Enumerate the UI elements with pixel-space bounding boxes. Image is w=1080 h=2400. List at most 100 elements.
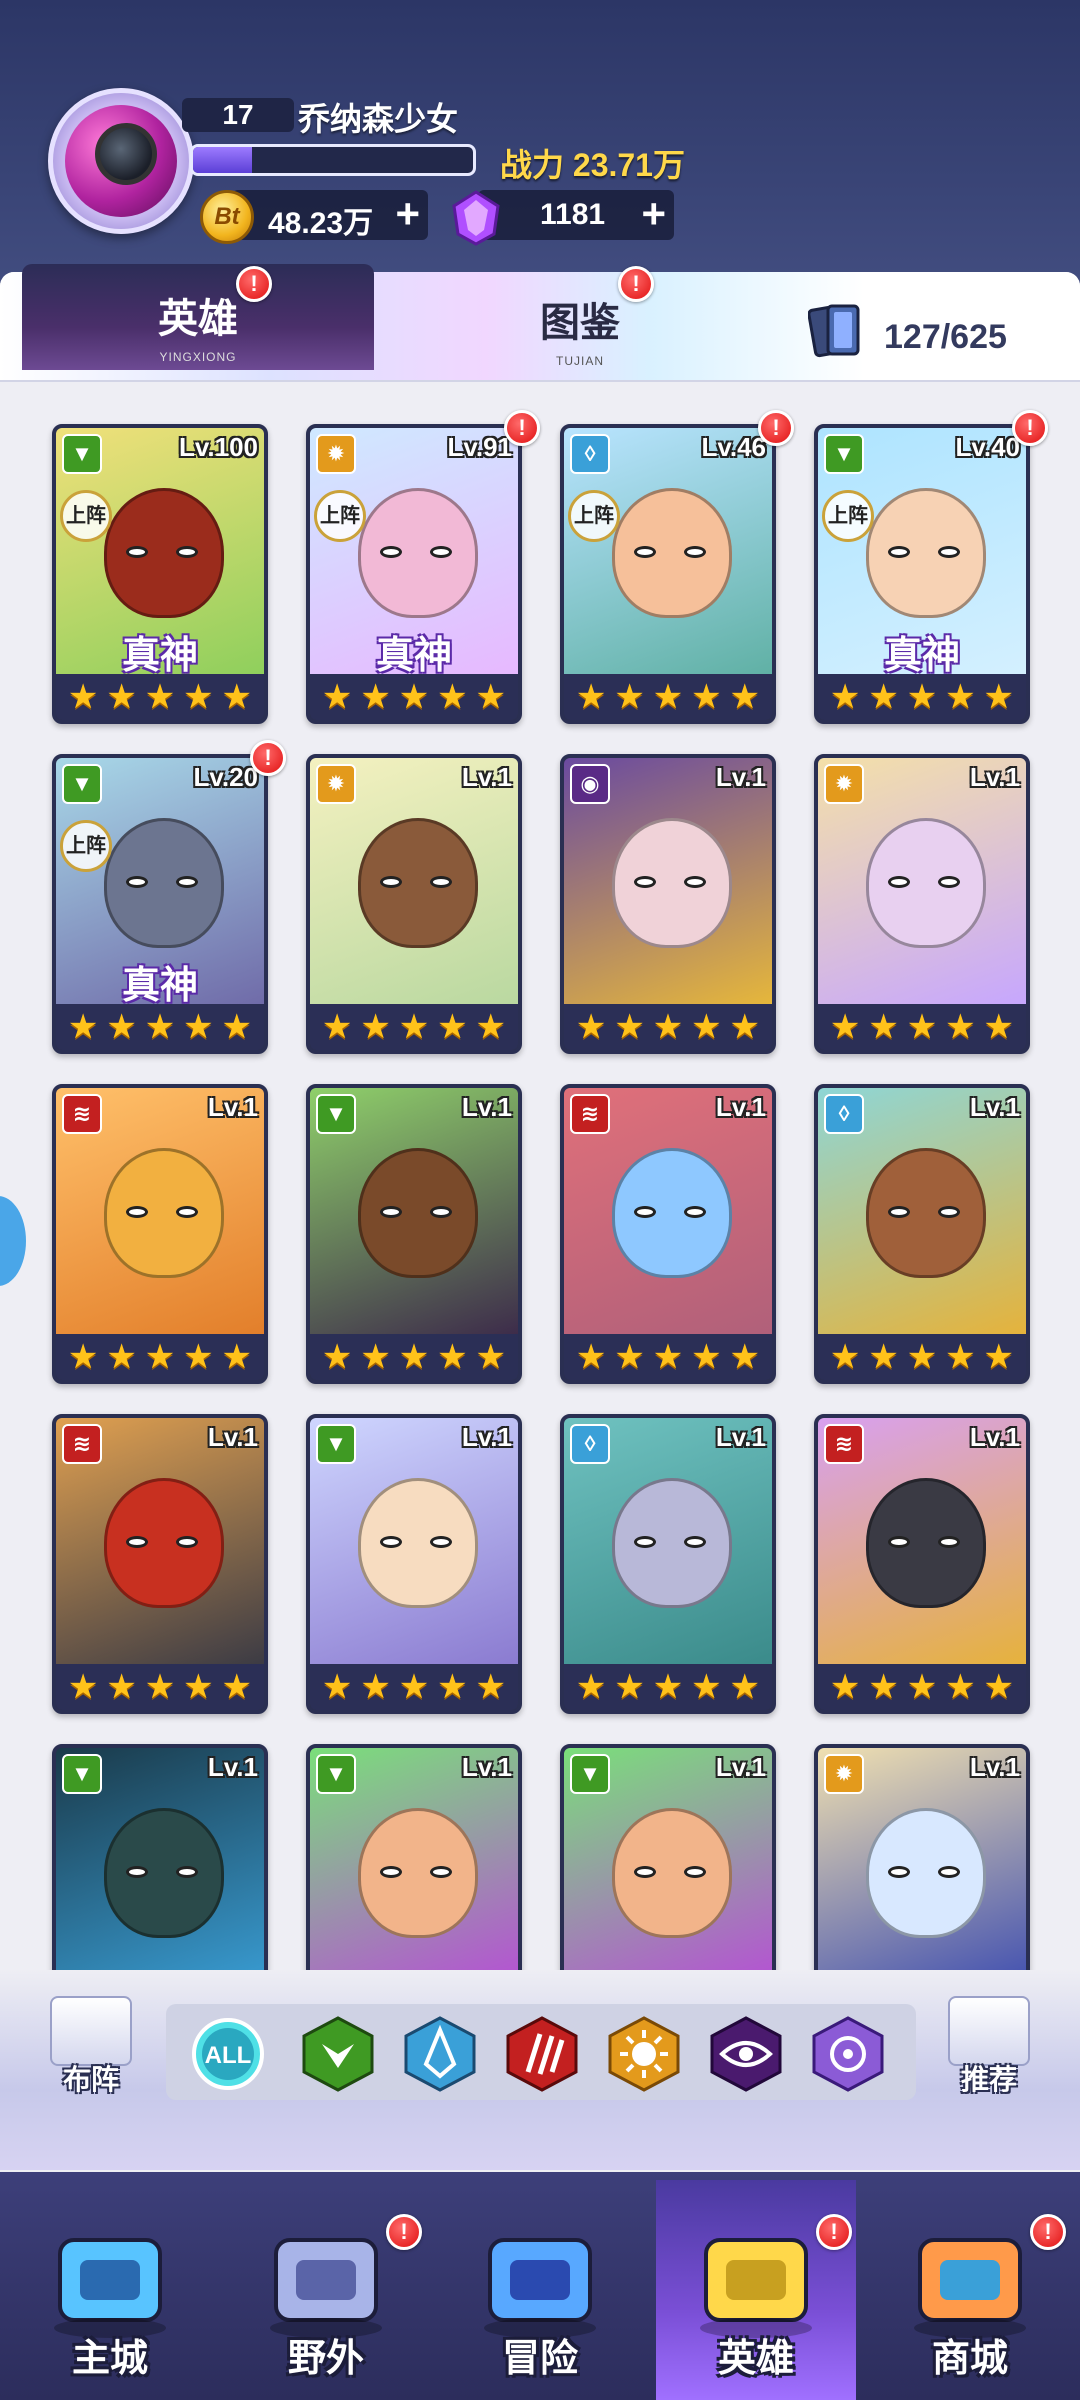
hero-card[interactable]: ▼ Lv.20 上阵 真神 ★ ★ ★ ★ ★ [52, 754, 268, 1054]
filter-all-label: ALL [205, 2042, 252, 2069]
star-rating: ★ ★ ★ ★ ★ [56, 674, 264, 720]
nav-item-wild[interactable]: 野外 [226, 2180, 426, 2400]
leaf-icon: ▼ [62, 764, 102, 804]
star-icon: ★ [437, 1668, 468, 1706]
hero-eye [684, 546, 706, 558]
star-icon: ★ [67, 678, 99, 716]
hero-alert-badge: ! [1012, 410, 1048, 446]
filter-fire-button[interactable] [504, 2014, 580, 2094]
hero-card[interactable]: ▼ Lv.100 上阵 真神 ★ ★ ★ ★ ★ [52, 424, 268, 724]
star-icon: ★ [729, 1338, 761, 1376]
nav-label: 商城 [931, 2338, 1008, 2380]
star-icon: ★ [321, 678, 353, 716]
filter-all-button[interactable]: ALL [190, 2014, 266, 2094]
hero-card[interactable]: ◉ Lv.1 ★ ★ ★ ★ ★ [560, 754, 776, 1054]
hero-eye [634, 546, 656, 558]
tab-heroes[interactable]: 英雄 YINGXIONG [22, 264, 374, 370]
filter-water-button[interactable] [402, 2014, 478, 2094]
hero-level: Lv.40 [955, 432, 1020, 462]
hero-face [612, 1148, 732, 1278]
nav-label: 主城 [71, 2338, 148, 2380]
hero-level: Lv.91 [447, 432, 512, 462]
tab-collection-book[interactable]: 图鉴 TUJIAN [440, 280, 720, 370]
hero-face [612, 1808, 732, 1938]
hero-level: Lv.20 [193, 762, 258, 792]
hero-card[interactable]: ≋ Lv.1 ★ ★ ★ ★ ★ [52, 1084, 268, 1384]
hero-card[interactable]: ✹ Lv.91 上阵 真神 ★ ★ ★ ★ ★ [306, 424, 522, 724]
star-icon: ★ [829, 1668, 861, 1706]
star-rating: ★ ★ ★ ★ ★ [564, 674, 772, 720]
hero-face [358, 1808, 478, 1938]
hero-card[interactable]: ▼Lv.1★★★★★ [560, 1744, 776, 1974]
hero-card[interactable]: ≋ Lv.1 ★ ★ ★ ★ ★ [52, 1414, 268, 1714]
hero-eye [938, 876, 960, 888]
hero-collection-count: 127/625 [884, 318, 1007, 356]
leaf-icon: ▼ [62, 434, 102, 474]
hero-card[interactable]: ✹Lv.1★★★★★ [306, 754, 522, 1054]
star-rating: ★ ★ ★ ★ ★ [56, 1664, 264, 1710]
hero-card[interactable]: ▼Lv.1★★★★★ [306, 1084, 522, 1384]
purple-gem-icon [452, 190, 500, 246]
player-avatar[interactable] [48, 88, 194, 234]
star-icon: ★ [221, 1338, 253, 1376]
hero-alert-badge: ! [758, 410, 794, 446]
hero-card[interactable]: ◊ Lv.1 ★ ★ ★ ★ ★ [814, 1084, 1030, 1384]
star-icon: ★ [575, 1008, 607, 1046]
star-icon: ★ [183, 678, 214, 716]
recommend-label: 推荐 [960, 2064, 1017, 2095]
nav-item-adventure[interactable]: 冒险 [440, 2180, 640, 2400]
hero-card[interactable]: ◊ Lv.1 ★ ★ ★ ★ ★ [560, 1414, 776, 1714]
hero-eye [176, 876, 198, 888]
star-icon: ★ [829, 678, 861, 716]
sun-icon: ✹ [316, 434, 356, 474]
star-icon: ★ [652, 1668, 684, 1706]
add-gem-button[interactable]: + [641, 192, 666, 236]
hero-eye [430, 1866, 452, 1878]
filter-arcane-button[interactable] [810, 2014, 886, 2094]
filter-nature-button[interactable] [300, 2014, 376, 2094]
filter-light-button[interactable] [606, 2014, 682, 2094]
star-icon: ★ [729, 1668, 761, 1706]
hero-level: Lv.1 [715, 1092, 766, 1122]
hero-eye [176, 1206, 198, 1218]
star-icon: ★ [691, 1668, 722, 1706]
hero-card[interactable]: ▼ Lv.40 上阵 真神 ★ ★ ★ ★ ★ [814, 424, 1030, 724]
filter-dark-button[interactable] [708, 2014, 784, 2094]
star-rating: ★ ★ ★ ★ ★ [818, 1004, 1026, 1050]
star-rating: ★ ★ ★ ★ ★ [564, 1664, 772, 1710]
claw-icon: ≋ [62, 1424, 102, 1464]
star-icon: ★ [106, 1338, 137, 1376]
hero-card[interactable]: ◊ Lv.46 上阵 ★ ★ ★ ★ ★ [560, 424, 776, 724]
hero-eye [684, 876, 706, 888]
add-gold-button[interactable]: + [395, 192, 420, 236]
hero-card[interactable]: ▼Lv.1★★★★★ [306, 1414, 522, 1714]
player-header: 17 乔纳森少女 战力 23.71万 48.23万 + Bt 1181 + [0, 0, 1080, 270]
nav-item-shop[interactable]: 商城 [870, 2180, 1070, 2400]
hero-card[interactable]: ✹Lv.1★★★★★ [814, 1744, 1030, 1974]
hero-card[interactable]: ≋ Lv.1 ★ ★ ★ ★ ★ [814, 1414, 1030, 1714]
hero-face [866, 1808, 986, 1938]
hero-level: Lv.1 [461, 1092, 512, 1122]
star-icon: ★ [945, 678, 976, 716]
star-rating: ★ ★ ★ ★ ★ [310, 1334, 518, 1380]
claw-icon: ≋ [570, 1094, 610, 1134]
nav-label: 英雄 [717, 2338, 794, 2380]
deployed-badge: 上阵 [568, 490, 620, 542]
hero-card[interactable]: ▼Lv.1★★★★★ [306, 1744, 522, 1974]
hero-card[interactable]: ≋ Lv.1 ★ ★ ★ ★ ★ [560, 1084, 776, 1384]
hero-level: Lv.1 [715, 1752, 766, 1782]
gold-amount: 48.23万 [268, 207, 374, 240]
hero-eye [380, 1206, 402, 1218]
hero-face [358, 1148, 478, 1278]
formation-button[interactable]: 布阵 [46, 1996, 136, 2100]
star-icon: ★ [575, 1338, 607, 1376]
tab-book-label: 图鉴 [540, 301, 620, 345]
star-icon: ★ [945, 1668, 976, 1706]
nav-item-city[interactable]: 主城 [10, 2180, 210, 2400]
nav-item-hero[interactable]: 英雄 [656, 2180, 856, 2400]
recommend-button[interactable]: 推荐 [944, 1996, 1034, 2100]
hero-level: Lv.100 [178, 432, 258, 462]
hero-card[interactable]: ▼Lv.1★★★★★ [52, 1744, 268, 1974]
star-rating: ★ ★ ★ ★ ★ [310, 674, 518, 720]
hero-card[interactable]: ✹Lv.1★★★★★ [814, 754, 1030, 1054]
